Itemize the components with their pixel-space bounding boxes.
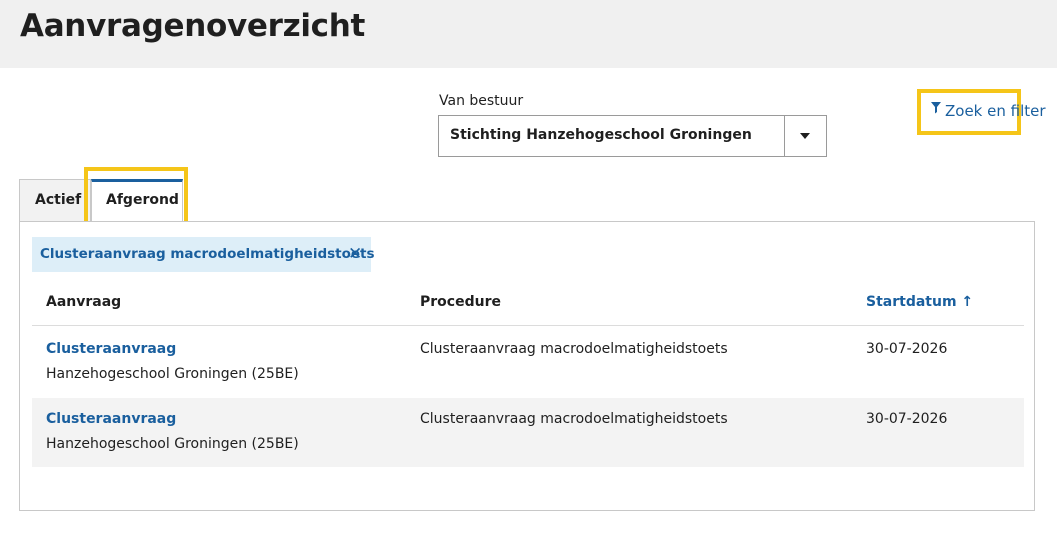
active-filter-chip-label: Clusteraanvraag macrodoelmatigheidstoets — [40, 246, 375, 262]
tab-afgerond[interactable]: Afgerond — [91, 179, 183, 222]
aanvraag-institution: Hanzehogeschool Groningen (25BE) — [46, 366, 299, 382]
results-panel: Clusteraanvraag macrodoelmatigheidstoets… — [19, 221, 1035, 511]
aanvraag-link[interactable]: Clusteraanvraag — [46, 341, 176, 357]
tab-afgerond-label: Afgerond — [106, 192, 179, 208]
sort-ascending-icon: ↑ — [961, 294, 974, 310]
bestuur-select-toggle[interactable] — [784, 116, 826, 156]
aanvraag-link[interactable]: Clusteraanvraag — [46, 411, 176, 427]
column-header-procedure: Procedure — [420, 294, 501, 310]
aanvraag-institution: Hanzehogeschool Groningen (25BE) — [46, 436, 299, 452]
procedure-cell: Clusteraanvraag macrodoelmatigheidstoets — [420, 341, 728, 357]
zoek-en-filter-label: Zoek en filter — [945, 102, 1046, 120]
active-filter-chip[interactable]: Clusteraanvraag macrodoelmatigheidstoets… — [32, 237, 375, 272]
column-header-startdatum[interactable]: Startdatum ↑ — [866, 294, 973, 310]
startdatum-cell: 30-07-2026 — [866, 341, 948, 357]
column-header-startdatum-label: Startdatum — [866, 294, 957, 310]
table-row: Clusteraanvraag Hanzehogeschool Groninge… — [32, 328, 1024, 397]
zoek-en-filter-link[interactable]: Zoek en filter — [917, 89, 1046, 135]
chevron-down-icon — [800, 133, 810, 139]
bestuur-label: Van bestuur — [439, 93, 524, 109]
page-title: Aanvragenoverzicht — [20, 8, 366, 44]
page-header: Aanvragenoverzicht — [0, 0, 1057, 68]
bestuur-select[interactable]: Stichting Hanzehogeschool Groningen — [438, 115, 827, 157]
tab-actief-label: Actief — [35, 192, 82, 208]
close-icon[interactable]: ✕ — [348, 244, 362, 264]
header-divider — [32, 325, 1024, 326]
column-header-aanvraag: Aanvraag — [46, 294, 122, 310]
bestuur-select-value: Stichting Hanzehogeschool Groningen — [450, 127, 752, 143]
procedure-cell: Clusteraanvraag macrodoelmatigheidstoets — [420, 411, 728, 427]
startdatum-cell: 30-07-2026 — [866, 411, 948, 427]
table-row: Clusteraanvraag Hanzehogeschool Groninge… — [32, 398, 1024, 467]
funnel-icon — [931, 102, 941, 119]
tab-actief[interactable]: Actief — [19, 179, 91, 222]
